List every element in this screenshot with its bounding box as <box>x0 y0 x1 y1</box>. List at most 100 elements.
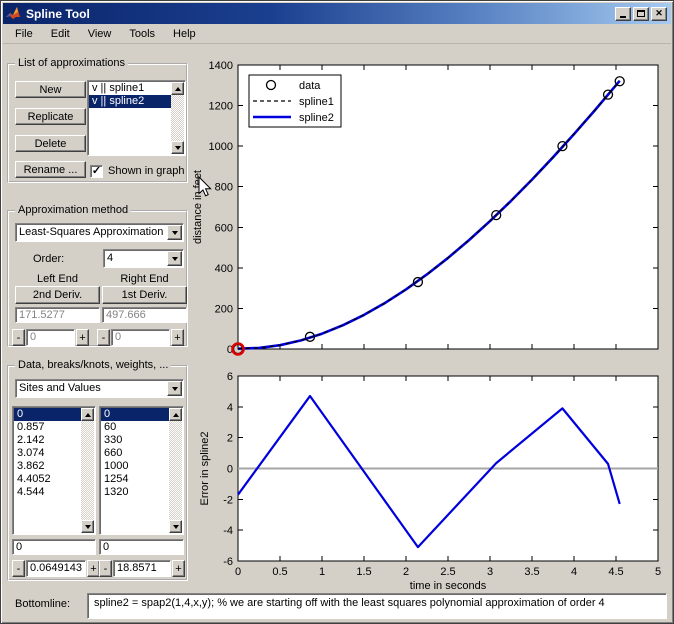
value-minus-button[interactable]: - <box>99 560 112 577</box>
order-select-value: 4 <box>107 252 114 264</box>
site-list-item[interactable]: 4.4052 <box>14 473 81 486</box>
matlab-logo-icon <box>5 6 21 22</box>
scroll-down-button[interactable] <box>169 520 182 533</box>
arrow-up-icon <box>174 84 181 91</box>
values-scrollbar[interactable] <box>169 408 182 533</box>
bottom-xtick-label: 0.5 <box>272 566 287 578</box>
approximations-scrollbar[interactable] <box>171 82 184 154</box>
scroll-down-button[interactable] <box>81 520 94 533</box>
bottom-xtick-label: 5 <box>655 566 661 578</box>
menu-tools[interactable]: Tools <box>120 25 164 42</box>
bottom-xtick-label: 2.5 <box>440 566 455 578</box>
order-select[interactable]: 4 <box>103 249 184 268</box>
right-end-value-field[interactable]: 497.666 <box>102 307 187 323</box>
close-button[interactable]: ✕ <box>651 6 667 21</box>
minimize-icon <box>620 16 626 18</box>
site-spinner-field[interactable]: 0.0649143 <box>26 560 86 577</box>
dropdown-button[interactable] <box>167 225 182 240</box>
arrow-down-icon <box>174 145 181 153</box>
site-list-item[interactable]: 3.862 <box>14 460 81 473</box>
menu-edit[interactable]: Edit <box>42 25 79 42</box>
replicate-button[interactable]: Replicate <box>15 108 86 125</box>
bottom-ytick-label: -6 <box>223 556 233 568</box>
new-button[interactable]: New <box>15 81 86 98</box>
chevron-down-icon <box>171 230 178 238</box>
titlebar[interactable]: Spline Tool ✕ <box>3 3 671 24</box>
dropdown-button[interactable] <box>167 381 182 396</box>
data-view-select[interactable]: Sites and Values <box>15 379 184 398</box>
left-end-spinner-field[interactable]: 0 <box>26 329 75 346</box>
bottom-xtick-label: 2 <box>403 566 409 578</box>
right-end-plus-button[interactable]: + <box>171 329 184 346</box>
value-list-item[interactable]: 660 <box>101 447 169 460</box>
group-label: List of approximations <box>15 57 128 69</box>
delete-button[interactable]: Delete <box>15 135 86 152</box>
value-plus-button[interactable]: + <box>172 560 185 577</box>
menu-view[interactable]: View <box>79 25 121 42</box>
approximation-list-item[interactable]: v || spline1 <box>89 82 171 95</box>
scroll-down-button[interactable] <box>171 141 184 154</box>
scroll-up-button[interactable] <box>81 408 94 421</box>
top-ytick-label: 600 <box>215 222 233 234</box>
sites-listbox[interactable]: 0 0.857 2.142 3.074 3.862 4.4052 4.544 <box>12 406 96 535</box>
site-list-item[interactable]: 3.074 <box>14 447 81 460</box>
value-list-item[interactable]: 330 <box>101 434 169 447</box>
bottom-xtick-label: 1.5 <box>356 566 371 578</box>
right-end-minus-button[interactable]: - <box>97 329 110 346</box>
site-list-item[interactable]: 4.544 <box>14 486 81 499</box>
dropdown-button[interactable] <box>167 251 182 266</box>
plots-canvas[interactable]: 0 200 400 600 800 1000 1200 1400 0 0.5 1 1.5 2 2.5 3 3.… <box>189 56 674 591</box>
shown-in-graph-checkbox[interactable]: ✓ <box>90 165 103 178</box>
site-list-item[interactable]: 2.142 <box>14 434 81 447</box>
arrow-down-icon <box>84 524 91 532</box>
close-icon: ✕ <box>655 8 663 18</box>
right-end-spinner-field[interactable]: 0 <box>111 329 170 346</box>
top-ytick-label: 1000 <box>209 141 233 153</box>
right-end-label: Right End <box>120 273 169 285</box>
bottom-xtick-label: 3 <box>487 566 493 578</box>
minimize-button[interactable] <box>615 6 631 21</box>
bottom-xtick-label: 4 <box>571 566 577 578</box>
bottom-ytick-label: 2 <box>227 433 233 445</box>
scroll-up-button[interactable] <box>169 408 182 421</box>
approximation-list-item[interactable]: v || spline2 <box>89 95 171 108</box>
site-list-item[interactable]: 0.857 <box>14 421 81 434</box>
legend-label: spline1 <box>299 96 334 108</box>
approximations-listbox[interactable]: v || spline1 v || spline2 <box>87 80 186 156</box>
maximize-icon <box>637 10 645 17</box>
left-end-deriv-button[interactable]: 2nd Deriv. <box>15 286 100 304</box>
top-ytick-label: 1200 <box>209 101 233 113</box>
value-list-item[interactable]: 1000 <box>101 460 169 473</box>
top-ytick-label: 1400 <box>209 60 233 72</box>
values-listbox[interactable]: 0 60 330 660 1000 1254 1320 <box>99 406 184 535</box>
left-end-value-field[interactable]: 171.5277 <box>15 307 100 323</box>
menu-file[interactable]: File <box>6 25 42 42</box>
site-edit-field[interactable]: 0 <box>12 539 96 555</box>
value-list-item[interactable]: 1254 <box>101 473 169 486</box>
left-end-minus-button[interactable]: - <box>12 329 25 346</box>
value-list-item[interactable]: 1320 <box>101 486 169 499</box>
menu-help[interactable]: Help <box>164 25 205 42</box>
group-list-of-approximations: List of approximations New Replicate Del… <box>7 57 188 183</box>
order-label: Order: <box>33 253 65 265</box>
site-minus-button[interactable]: - <box>12 560 25 577</box>
top-ytick-label: 400 <box>215 263 233 275</box>
rename-button[interactable]: Rename ... <box>15 161 86 178</box>
site-list-item[interactable]: 0 <box>14 408 81 421</box>
value-edit-field[interactable]: 0 <box>99 539 184 555</box>
method-select[interactable]: Least-Squares Approximation <box>15 223 184 242</box>
arrow-up-icon <box>84 410 91 417</box>
maximize-button[interactable] <box>633 6 649 21</box>
right-end-deriv-button[interactable]: 1st Deriv. <box>102 286 187 304</box>
sites-scrollbar[interactable] <box>81 408 94 533</box>
value-spinner-field[interactable]: 18.8571 <box>113 560 171 577</box>
bottom-ytick-label: 4 <box>227 402 233 414</box>
value-list-item[interactable]: 0 <box>101 408 169 421</box>
scroll-up-button[interactable] <box>171 82 184 95</box>
bottom-ytick-label: -4 <box>223 525 233 537</box>
legend-label: spline2 <box>299 112 334 124</box>
bottomline-field[interactable]: spline2 = spap2(1,4,x,y); % we are start… <box>87 593 667 619</box>
bottomline-label: Bottomline: <box>15 598 71 610</box>
left-end-plus-button[interactable]: + <box>76 329 89 346</box>
value-list-item[interactable]: 60 <box>101 421 169 434</box>
